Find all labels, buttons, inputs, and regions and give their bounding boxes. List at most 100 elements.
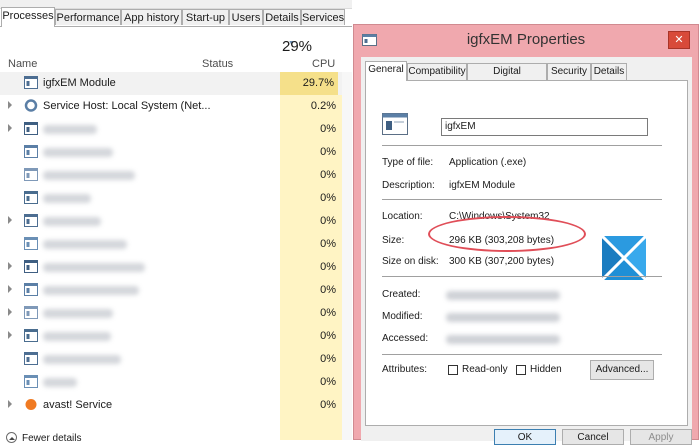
process-row[interactable]: 0% <box>0 210 352 233</box>
accessed-label: Accessed: <box>382 333 429 344</box>
expand-arrow-icon[interactable] <box>8 400 12 408</box>
process-row[interactable]: 0% <box>0 371 352 394</box>
process-name: avast! Service <box>43 399 113 411</box>
accessed-value-redacted <box>446 335 560 344</box>
close-button[interactable]: ✕ <box>668 31 690 49</box>
tab-users[interactable]: Users <box>229 9 263 25</box>
attributes-label: Attributes: <box>382 364 428 375</box>
process-row[interactable]: 0% <box>0 187 352 210</box>
location-label: Location: <box>382 211 423 222</box>
modified-label: Modified: <box>382 311 423 322</box>
process-cpu: 0% <box>320 330 336 342</box>
process-row[interactable]: avast! Service 0% <box>0 394 352 417</box>
fewer-details-link[interactable]: Fewer details <box>22 433 81 444</box>
expand-arrow-icon[interactable] <box>8 331 12 339</box>
tab-start-up[interactable]: Start-up <box>182 9 229 25</box>
process-row[interactable]: 0% <box>0 118 352 141</box>
hidden-checkbox[interactable] <box>516 365 526 375</box>
tab-general[interactable]: General <box>365 61 407 81</box>
process-name-redacted <box>43 194 91 203</box>
file-name-input[interactable]: igfxEM <box>441 118 648 136</box>
expand-arrow-icon[interactable] <box>8 124 12 132</box>
process-name-redacted <box>43 332 111 341</box>
process-cpu: 0% <box>320 123 336 135</box>
process-row[interactable]: 0% <box>0 325 352 348</box>
process-cpu: 0% <box>320 146 336 158</box>
size-value: 296 KB (303,208 bytes) <box>449 235 555 246</box>
expand-arrow-icon[interactable] <box>8 101 12 109</box>
process-cpu: 0% <box>320 215 336 227</box>
expand-arrow-icon[interactable] <box>8 308 12 316</box>
task-manager-tabs: Processes Performance App history Start-… <box>0 7 352 27</box>
process-row[interactable]: 0% <box>0 233 352 256</box>
process-row[interactable]: 0% <box>0 256 352 279</box>
ok-button[interactable]: OK <box>494 429 556 445</box>
process-row[interactable]: igfxEM Module 29.7% <box>0 72 352 95</box>
tab-services[interactable]: Services <box>301 9 345 25</box>
scrollbar[interactable] <box>342 72 352 440</box>
process-icon <box>24 214 38 227</box>
expand-arrow-icon[interactable] <box>8 262 12 270</box>
size-label: Size: <box>382 235 405 246</box>
process-name-redacted <box>43 125 97 134</box>
apply-button[interactable]: Apply <box>630 429 692 445</box>
readonly-label[interactable]: Read-only <box>462 364 508 375</box>
gear-icon <box>24 99 38 112</box>
advanced-button[interactable]: Advanced... <box>590 360 654 380</box>
process-cpu: 0% <box>320 399 336 411</box>
process-row[interactable]: Service Host: Local System (Net... 0.2% <box>0 95 352 118</box>
cpu-total: 29% <box>282 38 313 55</box>
process-name-redacted <box>43 309 113 318</box>
process-icon <box>24 122 38 135</box>
collapse-icon[interactable] <box>6 432 17 443</box>
dialog-title: igfxEM Properties <box>466 31 586 48</box>
tab-performance[interactable]: Performance <box>55 9 121 25</box>
process-icon <box>24 260 38 273</box>
process-row[interactable]: 0% <box>0 164 352 187</box>
tab-details[interactable]: Details <box>591 63 627 80</box>
process-name-redacted <box>43 378 77 387</box>
process-name: Service Host: Local System (Net... <box>43 100 211 112</box>
hidden-label[interactable]: Hidden <box>530 364 562 375</box>
type-value: Application (.exe) <box>449 157 527 168</box>
description-value: igfxEM Module <box>449 180 516 191</box>
expand-arrow-icon[interactable] <box>8 285 12 293</box>
readonly-checkbox[interactable] <box>448 365 458 375</box>
tab-security[interactable]: Security <box>547 63 591 80</box>
process-row[interactable]: 0% <box>0 348 352 371</box>
process-row[interactable]: 0% <box>0 141 352 164</box>
expand-arrow-icon[interactable] <box>8 216 12 224</box>
column-header-name[interactable]: Name <box>8 58 37 70</box>
windows-logo-icon <box>602 236 646 280</box>
created-value-redacted <box>446 291 560 300</box>
process-row[interactable]: 0% <box>0 302 352 325</box>
size-on-disk-label: Size on disk: <box>382 256 439 267</box>
annotation-ellipse <box>428 216 586 252</box>
column-header-cpu[interactable]: CPU <box>312 58 335 70</box>
process-icon <box>24 145 38 158</box>
column-header-status[interactable]: Status <box>202 58 233 70</box>
cancel-button[interactable]: Cancel <box>562 429 624 445</box>
tab-details[interactable]: Details <box>263 9 301 25</box>
process-row[interactable]: 0% <box>0 279 352 302</box>
modified-value-redacted <box>446 313 560 322</box>
tab-digital-signatures[interactable]: Digital Signatures <box>467 63 547 93</box>
process-icon <box>24 352 38 365</box>
process-cpu: 0% <box>320 169 336 181</box>
tab-compatibility[interactable]: Compatibility <box>407 63 467 80</box>
created-label: Created: <box>382 289 421 300</box>
process-cpu: 0% <box>320 353 336 365</box>
task-manager-window: Processes Performance App history Start-… <box>0 0 352 444</box>
dialog-button-bar: OK Cancel Apply <box>361 426 692 445</box>
process-cpu: 0% <box>320 238 336 250</box>
tab-processes[interactable]: Processes <box>1 7 55 27</box>
process-icon <box>24 237 38 250</box>
process-icon <box>24 375 38 388</box>
process-cpu: 0% <box>320 376 336 388</box>
process-cpu: 0% <box>320 261 336 273</box>
tab-app-history[interactable]: App history <box>121 9 182 25</box>
general-panel: igfxEM Type of file: Application (.exe) … <box>365 80 688 426</box>
type-label: Type of file: <box>382 157 434 168</box>
process-name-redacted <box>43 171 135 180</box>
dialog-tabs: General Compatibility Digital Signatures… <box>361 61 692 93</box>
